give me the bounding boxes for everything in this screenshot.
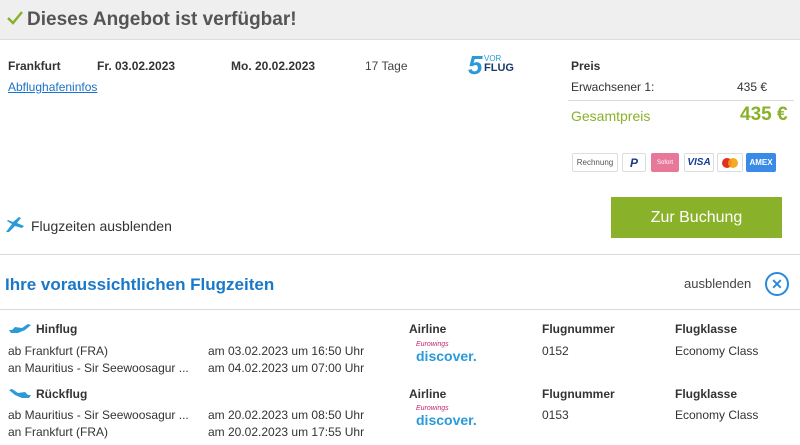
return-flight-number: 0153 xyxy=(542,408,569,422)
return-arr-time: am 20.02.2023 um 17:55 Uhr xyxy=(208,425,365,439)
visa-icon: VISA xyxy=(684,153,714,172)
return-dep-time: am 20.02.2023 um 08:50 Uhr xyxy=(208,408,365,422)
page-title: Dieses Angebot ist verfügbar! xyxy=(27,9,297,30)
price-label: Preis xyxy=(571,59,601,73)
flight-number-header: Flugnummer xyxy=(542,322,615,336)
airline-logo: Eurowings discover. xyxy=(416,341,477,364)
close-icon[interactable]: ✕ xyxy=(765,272,789,296)
trip-duration: 17 Tage xyxy=(365,59,408,73)
return-date: Mo. 20.02.2023 xyxy=(231,59,316,73)
outbound-arr-time: am 04.02.2023 um 07:00 Uhr xyxy=(208,361,365,375)
amex-icon: AMEX xyxy=(746,153,776,172)
price-divider xyxy=(568,100,794,101)
operator-logo: 5 VOR FLUG xyxy=(468,50,514,80)
outbound-class: Economy Class xyxy=(675,344,759,358)
return-plane-icon xyxy=(8,386,32,405)
flight-number-header: Flugnummer xyxy=(542,387,615,401)
invoice-payment-icon: Rechnung xyxy=(572,153,618,172)
flight-times-title: Ihre voraussichtlichen Flugzeiten xyxy=(5,275,275,294)
return-from: ab Mauritius - Sir Seewoosagur ... xyxy=(8,408,189,422)
departure-date: Fr. 03.02.2023 xyxy=(97,59,176,73)
total-price: 435 € xyxy=(740,104,788,125)
checkmark-icon xyxy=(6,9,24,32)
paypal-icon: P xyxy=(622,153,646,172)
flight-times-toggle[interactable]: Flugzeiten ausblenden xyxy=(31,218,172,234)
section-divider xyxy=(0,309,800,310)
outbound-flight-number: 0152 xyxy=(542,344,569,358)
section-divider xyxy=(0,254,800,255)
total-label: Gesamtpreis xyxy=(571,108,651,124)
adult-price: 435 € xyxy=(737,80,768,94)
return-label: Rückflug xyxy=(36,387,88,401)
outbound-plane-icon xyxy=(8,321,32,340)
mastercard-icon xyxy=(717,153,743,172)
flight-class-header: Flugklasse xyxy=(675,387,738,401)
outbound-from: ab Frankfurt (FRA) xyxy=(8,344,109,358)
hide-flight-times-link[interactable]: ausblenden xyxy=(684,276,751,291)
adult-label: Erwachsener 1: xyxy=(571,80,655,94)
sofort-icon: Sofort xyxy=(651,153,679,172)
airline-header: Airline xyxy=(409,322,447,336)
outbound-dep-time: am 03.02.2023 um 16:50 Uhr xyxy=(208,344,365,358)
origin-city: Frankfurt xyxy=(8,59,61,73)
availability-header: Dieses Angebot ist verfügbar! xyxy=(0,0,800,40)
book-button[interactable]: Zur Buchung xyxy=(611,197,782,238)
airline-logo: Eurowings discover. xyxy=(416,405,477,428)
flight-class-header: Flugklasse xyxy=(675,322,738,336)
return-to: an Frankfurt (FRA) xyxy=(8,425,109,439)
airline-header: Airline xyxy=(409,387,447,401)
airplane-icon[interactable] xyxy=(4,214,26,241)
outbound-to: an Mauritius - Sir Seewoosagur ... xyxy=(8,361,189,375)
airport-info-link[interactable]: Abflughafeninfos xyxy=(8,80,97,94)
return-class: Economy Class xyxy=(675,408,759,422)
outbound-label: Hinflug xyxy=(36,322,78,336)
